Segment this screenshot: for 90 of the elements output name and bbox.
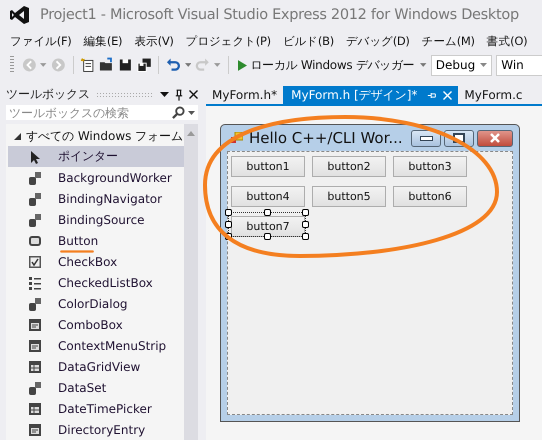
toolbox-item[interactable]: ポインター <box>8 146 184 167</box>
menu-item[interactable]: 編集(E) <box>84 34 122 48</box>
form-button[interactable]: button2 <box>312 156 386 177</box>
item-label: BindingSource <box>58 212 145 226</box>
open-folder-icon[interactable] <box>99 57 114 73</box>
form-button[interactable]: button1 <box>231 156 305 177</box>
save-icon[interactable] <box>118 57 133 73</box>
configuration-value: Debug <box>436 56 476 74</box>
form-button[interactable]: button5 <box>312 186 386 207</box>
search-icon <box>172 106 185 119</box>
item-label: Button <box>58 234 98 248</box>
toolbox-item[interactable]: ContextMenuStrip <box>8 335 184 356</box>
checkbox-icon <box>28 254 42 268</box>
item-label: ContextMenuStrip <box>58 338 166 352</box>
toolbox-item[interactable]: BindingSource <box>8 209 184 230</box>
platform-dropdown[interactable]: Win <box>496 54 542 76</box>
play-icon <box>238 60 246 70</box>
toolbox-item[interactable]: ComboBox <box>8 314 184 335</box>
vs-logo-icon <box>10 5 30 25</box>
item-label: DataGridView <box>58 360 140 374</box>
window-title: Project1 - Microsoft Visual Studio Express 2012 for Windows Desktop <box>40 7 519 23</box>
close-icon[interactable] <box>189 90 198 99</box>
selection-frame[interactable] <box>228 212 306 237</box>
toolbox-item[interactable]: DataSet <box>8 377 184 398</box>
expand-triangle-icon <box>14 133 21 140</box>
toolbox-item[interactable]: BackgroundWorker <box>8 167 184 188</box>
toolbox-item[interactable]: ColorDialog <box>8 293 184 314</box>
form-title: Hello C++/CLI Wor... <box>249 129 404 147</box>
menu-item[interactable]: ビルド(B) <box>282 34 334 48</box>
form-icon <box>28 318 42 332</box>
toolbox-item[interactable]: DateTimePicker <box>8 398 184 419</box>
list-icon <box>28 276 42 290</box>
close-button[interactable] <box>477 130 513 146</box>
form-icon <box>28 338 42 352</box>
item-label: DateTimePicker <box>58 402 152 416</box>
form-button[interactable]: button6 <box>393 186 467 207</box>
item-label: CheckedListBox <box>58 276 153 290</box>
toolbox-item[interactable]: DirectoryEntry <box>8 419 184 440</box>
item-label: BindingNavigator <box>58 192 162 206</box>
item-label: BackgroundWorker <box>58 170 172 184</box>
form-window[interactable]: Hello C++/CLI Wor... button1 button2 button3 button4 button5 button6 button7 <box>220 124 520 422</box>
component-icon <box>28 380 42 394</box>
toolbox-item[interactable]: BindingNavigator <box>8 188 184 209</box>
toolbox-item[interactable]: DataGridView <box>8 356 184 377</box>
panel-title: ツールボックス <box>6 86 90 103</box>
toolbox-item[interactable]: Button <box>8 230 184 251</box>
group-label: すべての Windows フォーム <box>26 128 184 145</box>
grid-icon <box>28 360 42 374</box>
form-button[interactable]: button7 <box>231 216 305 237</box>
caret-icon <box>480 63 488 67</box>
form-icon <box>231 132 243 144</box>
pin-icon[interactable] <box>175 88 183 100</box>
form-icon <box>28 422 42 436</box>
grid-icon <box>28 402 42 416</box>
component-icon <box>28 212 42 226</box>
minimize-button[interactable] <box>411 130 441 146</box>
toolbar-grip <box>10 56 14 74</box>
toolbox-item[interactable]: CheckBox <box>8 251 184 272</box>
save-all-icon[interactable] <box>136 57 152 73</box>
toolbox-item[interactable]: CheckedListBox <box>8 272 184 293</box>
document-tab[interactable]: MyForm.h* <box>206 86 284 104</box>
form-button[interactable]: button3 <box>393 156 467 177</box>
component-icon <box>28 170 42 184</box>
item-label: DataSet <box>58 380 106 394</box>
menu-item[interactable]: プロジェクト(P) <box>186 34 271 48</box>
menu-item[interactable]: ファイル(F) <box>10 34 72 48</box>
item-label: ComboBox <box>58 318 123 332</box>
menu-item[interactable]: 書式(O) <box>486 34 528 48</box>
menu-item[interactable]: デバッグ(D) <box>346 34 410 48</box>
search-field[interactable]: ツールボックスの検索 <box>6 105 198 120</box>
item-label: ColorDialog <box>58 296 128 310</box>
undo-icon[interactable] <box>166 57 181 73</box>
caret-icon[interactable] <box>188 110 195 114</box>
item-label: CheckBox <box>58 254 118 268</box>
new-project-icon[interactable] <box>80 57 96 73</box>
item-label: DirectoryEntry <box>58 422 146 436</box>
document-tab[interactable]: MyForm.c <box>458 86 528 104</box>
caret-icon[interactable] <box>160 90 169 99</box>
configuration-dropdown[interactable]: Debug <box>430 54 492 76</box>
form-button[interactable]: button4 <box>231 186 305 207</box>
menu-item[interactable]: 表示(V) <box>134 34 174 48</box>
pointer-icon <box>28 150 42 164</box>
component-icon <box>28 192 42 206</box>
group-header[interactable]: すべての Windows フォーム <box>6 127 184 146</box>
menu-item[interactable]: チーム(M) <box>422 34 475 48</box>
component-icon <box>28 296 42 310</box>
item-label: ポインター <box>58 148 118 165</box>
button-control-icon <box>28 234 42 248</box>
scrollbar[interactable] <box>184 124 198 440</box>
close-icon <box>489 133 501 143</box>
